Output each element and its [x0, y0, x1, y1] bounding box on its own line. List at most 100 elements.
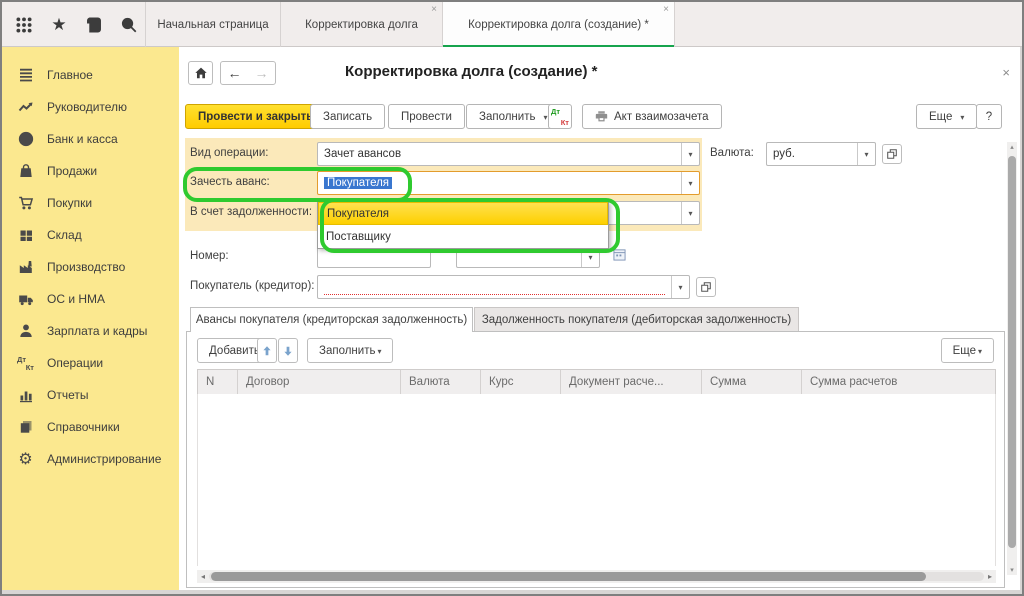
history-icon[interactable] [84, 15, 104, 35]
tab-debt-adjustment[interactable]: Корректировка долга [281, 2, 443, 47]
open-link-icon [700, 281, 712, 293]
tab-buyer-debt[interactable]: Задолженность покупателя (дебиторская за… [474, 307, 799, 332]
sidebar-item-administration[interactable]: Администрирование [2, 443, 179, 475]
tab-debt-adjustment-new[interactable]: Корректировка долга (создание) * [443, 2, 675, 47]
favorites-star-icon[interactable] [49, 15, 69, 35]
app-window: Начальная страница Корректировка долга К… [0, 0, 1024, 596]
page-title: Корректировка долга (создание) * [345, 63, 597, 80]
history-nav-group [220, 61, 276, 85]
tab-label: Начальная страница [157, 19, 268, 31]
column-header-amount[interactable]: Сумма [702, 370, 802, 394]
more-button[interactable]: Еще [916, 104, 977, 129]
post-and-close-button[interactable]: Провести и закрыть [185, 104, 326, 129]
table-fill-dropdown-button[interactable]: Заполнить [307, 338, 393, 363]
tab-close-icon[interactable] [431, 5, 437, 15]
help-button[interactable]: ? [976, 104, 1002, 129]
form-close-icon[interactable] [1002, 65, 1010, 80]
currency-field[interactable]: руб. [766, 142, 876, 166]
dt-kt-postings-button[interactable]: ДтКт [548, 104, 572, 129]
arrow-up-icon [261, 345, 273, 357]
required-field-underline [324, 294, 665, 295]
forward-button[interactable] [248, 62, 275, 84]
operation-type-field[interactable]: Зачет авансов [317, 142, 700, 166]
back-button[interactable] [221, 62, 248, 84]
dropdown-option-buyer[interactable]: Покупателя [318, 202, 608, 225]
document-form: Корректировка долга (создание) * Провест… [179, 47, 1020, 590]
truck-icon [17, 291, 34, 308]
buyer-creditor-label: Покупатель (кредитор): [190, 280, 314, 292]
sidebar-item-directories[interactable]: Справочники [2, 411, 179, 443]
date-field[interactable] [456, 246, 600, 268]
fill-dropdown-button[interactable]: Заполнить [466, 104, 560, 129]
currency-open-button[interactable] [882, 144, 902, 164]
column-header-contract[interactable]: Договор [238, 370, 401, 394]
column-header-n[interactable]: N [198, 370, 238, 394]
sidebar: Главное Руководителю Банк и касса Продаж… [2, 47, 179, 590]
sidebar-item-purchases[interactable]: Покупки [2, 187, 179, 219]
sidebar-item-manager[interactable]: Руководителю [2, 91, 179, 123]
vertical-scrollbar-thumb[interactable] [1008, 156, 1016, 548]
dt-kt-icon: ДтКт [17, 355, 34, 372]
save-button[interactable]: Записать [310, 104, 385, 129]
move-up-button[interactable] [257, 338, 277, 363]
date-picker-arrow-icon[interactable] [581, 247, 599, 267]
apps-grid-icon[interactable] [14, 15, 34, 35]
sidebar-item-reports[interactable]: Отчеты [2, 379, 179, 411]
dropdown-arrow-icon[interactable] [857, 143, 875, 165]
sidebar-item-production[interactable]: Производство [2, 251, 179, 283]
post-button[interactable]: Провести [388, 104, 465, 129]
menu-lines-icon [17, 67, 34, 84]
dropdown-arrow-icon[interactable] [681, 202, 699, 224]
dropdown-arrow-icon[interactable] [681, 143, 699, 165]
dropdown-option-supplier[interactable]: Поставщику [318, 225, 608, 248]
sidebar-item-bank[interactable]: Банк и касса [2, 123, 179, 155]
scroll-down-arrow-icon[interactable] [1007, 566, 1017, 574]
sidebar-item-payroll[interactable]: Зарплата и кадры [2, 315, 179, 347]
debt-label: В счет задолженности: [190, 206, 312, 218]
sidebar-item-operations[interactable]: ДтКт Операции [2, 347, 179, 379]
sidebar-item-main[interactable]: Главное [2, 59, 179, 91]
column-header-settlement-amount[interactable]: Сумма расчетов [802, 370, 995, 394]
top-bar-icons [14, 2, 139, 47]
table-body-empty[interactable] [197, 394, 996, 566]
advance-field[interactable]: Покупателя [317, 171, 700, 195]
tab-buyer-advances[interactable]: Авансы покупателя (кредиторская задолжен… [190, 307, 473, 332]
column-header-currency[interactable]: Валюта [401, 370, 481, 394]
table-more-button[interactable]: Еще [941, 338, 994, 363]
number-field[interactable] [317, 246, 431, 268]
operation-type-label: Вид операции: [190, 147, 268, 159]
tab-label: Корректировка долга (создание) * [468, 19, 649, 31]
home-icon [194, 66, 208, 80]
dropdown-arrow-icon[interactable] [681, 172, 699, 194]
top-bar: Начальная страница Корректировка долга К… [2, 2, 1022, 47]
home-button[interactable] [188, 61, 213, 85]
buyer-open-button[interactable] [696, 277, 716, 297]
factory-icon [17, 259, 34, 276]
printer-icon [595, 110, 608, 123]
scroll-right-arrow-icon[interactable] [984, 572, 996, 581]
tab-close-icon[interactable] [663, 5, 669, 15]
calendar-icon[interactable] [613, 248, 626, 266]
offset-act-button[interactable]: Акт взаимозачета [582, 104, 722, 129]
column-header-rate[interactable]: Курс [481, 370, 561, 394]
horizontal-scrollbar-thumb[interactable] [211, 572, 926, 581]
buyer-creditor-field[interactable] [317, 275, 690, 299]
search-icon[interactable] [119, 15, 139, 35]
shopping-cart-icon [17, 195, 34, 212]
move-down-button[interactable] [278, 338, 298, 363]
dt-kt-icon: ДтКт [550, 107, 570, 127]
tab-home[interactable]: Начальная страница [145, 2, 281, 47]
open-link-icon [886, 148, 898, 160]
dropdown-arrow-icon[interactable] [671, 276, 689, 298]
sidebar-item-warehouse[interactable]: Склад [2, 219, 179, 251]
number-label: Номер: [190, 250, 229, 262]
scroll-up-arrow-icon[interactable] [1007, 143, 1017, 151]
column-header-document[interactable]: Документ расче... [561, 370, 702, 394]
sidebar-item-sales[interactable]: Продажи [2, 155, 179, 187]
dropdown-caret-icon [958, 111, 964, 123]
tab-label: Корректировка долга [305, 19, 418, 31]
sidebar-item-fixed-assets[interactable]: ОС и НМА [2, 283, 179, 315]
scroll-left-arrow-icon[interactable] [197, 572, 209, 581]
warehouse-grid-icon [17, 227, 34, 244]
dropdown-caret-icon [976, 345, 982, 357]
